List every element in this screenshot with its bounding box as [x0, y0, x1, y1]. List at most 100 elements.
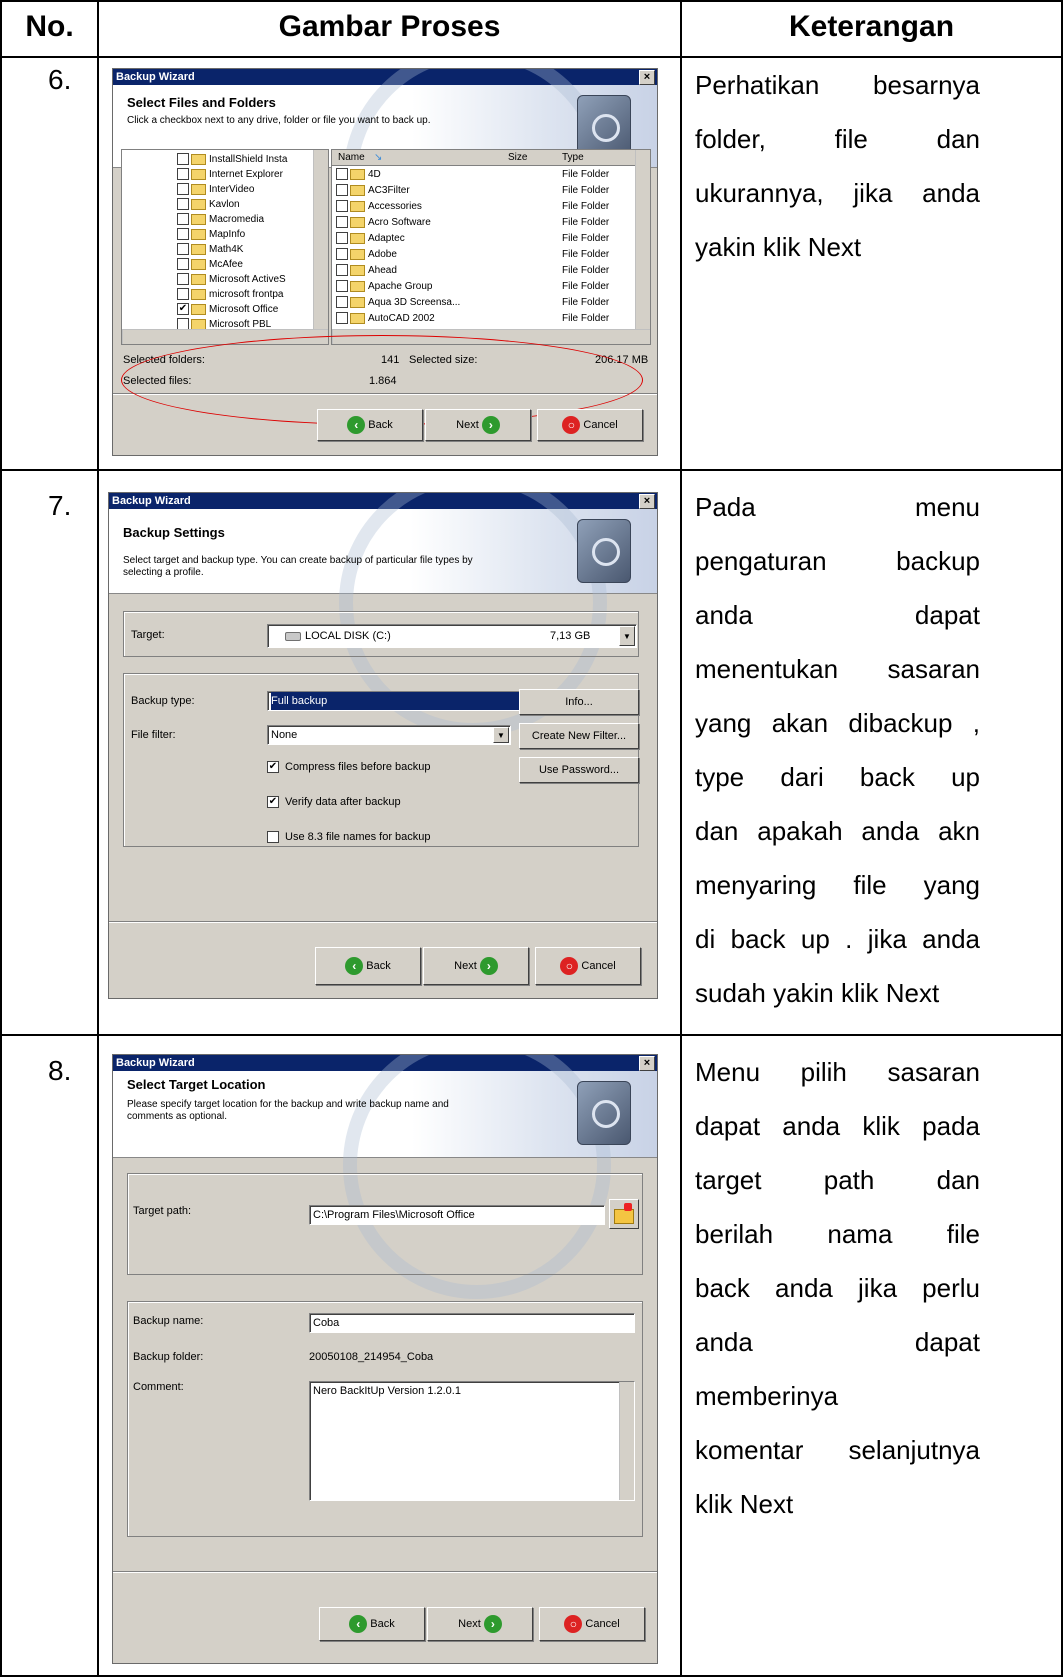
checkbox-unchecked[interactable] [336, 296, 348, 309]
comment-textarea[interactable]: Nero BackItUp Version 1.2.0.1 [309, 1381, 635, 1501]
tree-item[interactable]: Math4K [177, 242, 287, 257]
list-item[interactable]: 4D File Folder [336, 167, 634, 183]
cancel-button[interactable]: ○ Cancel [539, 1607, 645, 1641]
column-size[interactable]: Size [508, 150, 527, 165]
chevron-down-icon[interactable]: ▼ [493, 727, 509, 743]
tree-item[interactable]: Microsoft ActiveS [177, 272, 287, 287]
back-button[interactable]: ‹ Back [315, 947, 421, 985]
checkbox-unchecked[interactable] [177, 273, 189, 286]
checkbox-unchecked[interactable] [336, 184, 348, 197]
cancel-button[interactable]: ○ Cancel [537, 409, 643, 441]
column-name[interactable]: Name [338, 150, 365, 165]
tree-item-label: Microsoft Office [209, 304, 279, 315]
description-line: Perhatikan besarnya [695, 70, 980, 100]
tree-item[interactable]: MapInfo [177, 227, 287, 242]
list-item-type: File Folder [562, 297, 610, 308]
folder-icon [350, 216, 365, 228]
checkbox-unchecked[interactable] [177, 258, 189, 271]
folder-tree[interactable]: InstallShield Insta Internet Explorer Inte… [121, 149, 329, 345]
tree-item[interactable]: ✔ Microsoft Office [177, 302, 287, 317]
back-button[interactable]: ‹ Back [317, 409, 423, 441]
checkbox-unchecked[interactable] [177, 183, 189, 196]
checkbox-unchecked[interactable] [336, 280, 348, 293]
file-filter-label: File filter: [131, 729, 176, 741]
step-subtitle: Please specify target location for the b… [127, 1099, 449, 1122]
checkbox-unchecked[interactable] [177, 213, 189, 226]
list-item[interactable]: Accessories File Folder [336, 199, 634, 215]
list-item[interactable]: AC3Filter File Folder [336, 183, 634, 199]
tree-item[interactable]: Kavlon [177, 197, 287, 212]
use83-checkbox[interactable]: Use 8.3 file names for backup [267, 831, 431, 844]
checkbox-checked[interactable]: ✔ [177, 303, 189, 316]
checkbox-unchecked[interactable] [336, 200, 348, 213]
target-path-input[interactable]: C:\Program Files\Microsoft Office [309, 1205, 605, 1225]
compress-checkbox[interactable]: ✔ Compress files before backup [267, 761, 431, 774]
list-item-type: File Folder [562, 233, 610, 244]
step-subtitle: Click a checkbox next to any drive, fold… [127, 115, 431, 126]
list-item[interactable]: Apache Group File Folder [336, 279, 634, 295]
checkbox-unchecked[interactable] [336, 216, 348, 229]
checkbox-unchecked[interactable] [336, 232, 348, 245]
checkbox-unchecked[interactable] [336, 168, 348, 181]
list-item[interactable]: Acro Software File Folder [336, 215, 634, 231]
folder-icon [350, 184, 365, 196]
browse-folder-icon[interactable] [609, 1199, 639, 1229]
list-item[interactable]: Adobe File Folder [336, 247, 634, 263]
next-button[interactable]: Next › [427, 1607, 533, 1641]
list-item[interactable]: Adaptec File Folder [336, 231, 634, 247]
tree-item[interactable]: microsoft frontpa [177, 287, 287, 302]
close-button[interactable]: × [639, 1056, 655, 1071]
backup-name-input[interactable]: Coba [309, 1313, 635, 1333]
chevron-down-icon[interactable]: ▼ [619, 626, 635, 646]
folder-icon [191, 183, 206, 195]
next-button[interactable]: Next › [423, 947, 529, 985]
comment-scrollbar[interactable] [619, 1382, 634, 1500]
table-border-row7 [0, 1034, 1063, 1036]
tree-item[interactable]: Macromedia [177, 212, 287, 227]
checkbox-unchecked[interactable] [177, 288, 189, 301]
column-type[interactable]: Type [562, 150, 584, 165]
file-list[interactable]: Name ↘ Size Type 4D File Folder AC3Filter F… [331, 149, 651, 345]
list-item-name: AutoCAD 2002 [368, 313, 435, 324]
checkbox-unchecked[interactable] [336, 264, 348, 277]
checkbox-unchecked[interactable] [177, 198, 189, 211]
tree-item[interactable]: McAfee [177, 257, 287, 272]
table-border-left [0, 0, 2, 1677]
close-button[interactable]: × [639, 70, 655, 85]
list-item[interactable]: AutoCAD 2002 File Folder [336, 311, 634, 327]
tree-item[interactable]: InstallShield Insta [177, 152, 287, 167]
list-scrollbar[interactable] [635, 150, 650, 330]
description-line: berilah nama file [695, 1219, 980, 1249]
checkbox-unchecked[interactable] [177, 153, 189, 166]
tree-scrollbar[interactable] [313, 150, 328, 330]
checkbox-checked[interactable]: ✔ [267, 761, 279, 774]
checkbox-unchecked[interactable] [177, 168, 189, 181]
checkbox-unchecked[interactable] [177, 243, 189, 256]
tree-item-label: MapInfo [209, 229, 246, 240]
tree-item[interactable]: InterVideo [177, 182, 287, 197]
checkbox-unchecked[interactable] [336, 312, 348, 325]
backup-type-select[interactable]: Full backup ▼ [267, 691, 541, 711]
checkbox-unchecked[interactable] [336, 248, 348, 261]
verify-checkbox[interactable]: ✔ Verify data after backup [267, 796, 401, 809]
use-password-button[interactable]: Use Password... [519, 757, 639, 783]
cancel-button[interactable]: ○ Cancel [535, 947, 641, 985]
next-button[interactable]: Next › [425, 409, 531, 441]
list-item[interactable]: Aqua 3D Screensa... File Folder [336, 295, 634, 311]
table-border-col1 [97, 0, 99, 1677]
close-button[interactable]: × [639, 494, 655, 509]
create-new-filter-button[interactable]: Create New Filter... [519, 723, 639, 749]
list-item[interactable]: Ahead File Folder [336, 263, 634, 279]
table-border-col2 [680, 0, 682, 1677]
checkbox-unchecked[interactable] [177, 228, 189, 241]
back-button[interactable]: ‹ Back [319, 1607, 425, 1641]
file-filter-select[interactable]: None ▼ [267, 725, 511, 745]
tree-item[interactable]: Internet Explorer [177, 167, 287, 182]
info-button[interactable]: Info... [519, 689, 639, 715]
checkbox-checked[interactable]: ✔ [267, 796, 279, 809]
target-select[interactable]: LOCAL DISK (C:) 7,13 GB ▼ [267, 624, 637, 648]
checkbox-unchecked[interactable] [267, 831, 279, 844]
wizard-banner: Backup Settings Select target and backup… [109, 493, 657, 737]
back-arrow-icon: ‹ [349, 1615, 368, 1634]
comment-label: Comment: [133, 1381, 184, 1393]
